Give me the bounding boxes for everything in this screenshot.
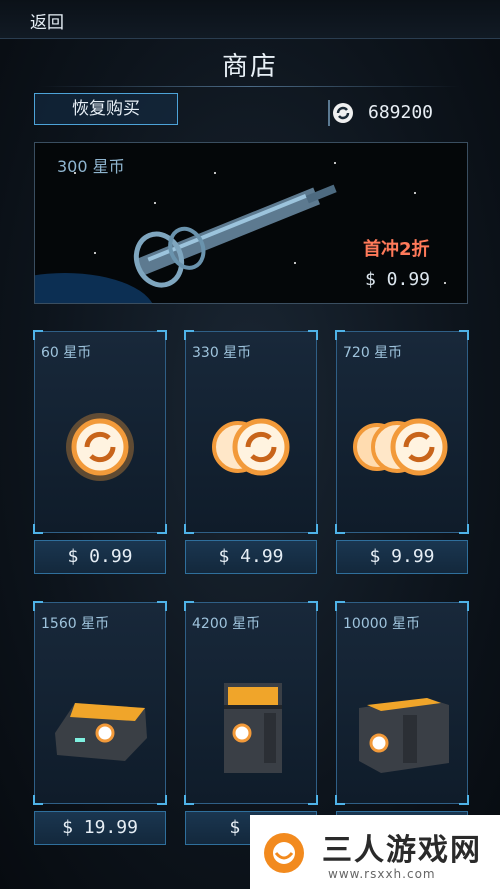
first-purchase-badge: 首冲2折 xyxy=(363,239,430,260)
top-bar xyxy=(0,0,500,39)
product-price-button[interactable]: $ 4.99 xyxy=(185,540,317,574)
product-price-button[interactable]: $ 19.99 xyxy=(34,811,166,845)
product-amount: 720 星币 xyxy=(343,345,403,361)
product-card[interactable]: 10000 星币 xyxy=(335,601,469,805)
featured-offer-amount: 300 星币 xyxy=(57,157,125,176)
coin-balance: 689200 xyxy=(328,100,454,128)
watermark-url: www.rsxxh.com xyxy=(328,867,436,881)
product-card[interactable]: 1560 星币 xyxy=(33,601,167,805)
title-divider xyxy=(40,86,460,87)
product-case-small-icon xyxy=(55,703,147,761)
star-coin-icon xyxy=(328,100,353,126)
site-logo-icon xyxy=(264,833,304,873)
product-coin-triple-icon xyxy=(353,418,448,476)
product-price-button[interactable]: $ 0.99 xyxy=(34,540,166,574)
back-button[interactable]: 返回 xyxy=(30,8,64,33)
page-title: 商店 xyxy=(221,52,278,82)
featured-offer-price: $ 0.99 xyxy=(365,269,431,290)
restore-purchases-button[interactable]: 恢复购买 xyxy=(34,93,178,125)
coin-balance-value: 689200 xyxy=(368,102,434,123)
product-card[interactable]: 720 星币 xyxy=(335,330,469,534)
product-amount: 4200 星币 xyxy=(192,616,261,632)
product-price-button[interactable]: $ 9.99 xyxy=(336,540,468,574)
product-amount: 60 星币 xyxy=(41,345,92,361)
product-card[interactable]: 60 星币 xyxy=(33,330,167,534)
product-coin-single-icon xyxy=(66,413,134,481)
watermark-title: 三人游戏网 xyxy=(322,833,482,868)
product-amount: 330 星币 xyxy=(192,345,252,361)
product-card[interactable]: 4200 星币 xyxy=(184,601,318,805)
product-crate-tall-icon xyxy=(224,683,282,773)
product-amount: 10000 星币 xyxy=(343,616,420,632)
product-coin-double-icon xyxy=(212,418,290,476)
featured-offer-banner[interactable]: 300 星币 首冲2折 $ 0.99 xyxy=(34,142,468,304)
product-crate-large-icon xyxy=(359,698,449,773)
product-card[interactable]: 330 星币 xyxy=(184,330,318,534)
product-amount: 1560 星币 xyxy=(41,616,110,632)
site-watermark: 三人游戏网 www.rsxxh.com xyxy=(250,815,500,889)
